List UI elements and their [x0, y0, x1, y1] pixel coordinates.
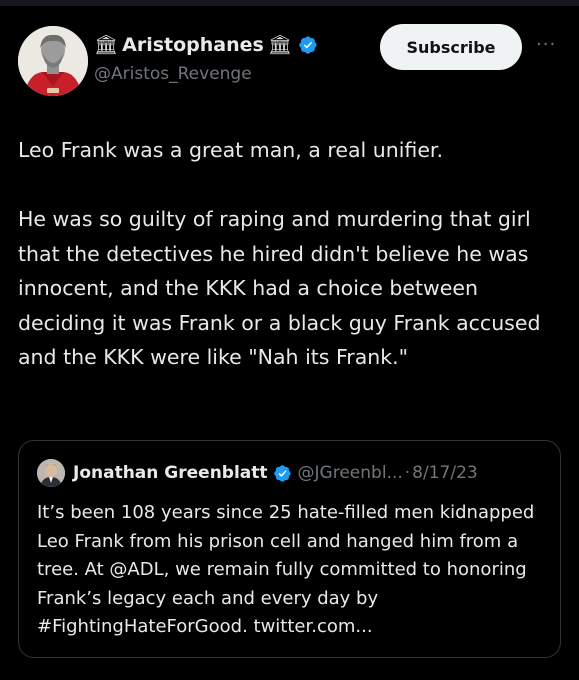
avatar-portrait-image — [37, 459, 65, 487]
author-display-name[interactable]: Aristophanes — [122, 34, 264, 56]
classical-building-emoji: 🏛 — [94, 33, 119, 56]
quoted-tweet-card[interactable]: Jonathan Greenblatt @JGreenbl... · 8/17/… — [18, 440, 561, 658]
quoted-tweet-date[interactable]: 8/17/23 — [412, 463, 478, 483]
top-divider — [0, 0, 579, 6]
author-name-row: 🏛 Aristophanes 🏛 — [94, 34, 318, 56]
quoted-author-avatar[interactable] — [37, 459, 65, 487]
avatar-statue-image — [18, 26, 88, 96]
quoted-tweet-header: Jonathan Greenblatt @JGreenbl... · 8/17/… — [37, 459, 478, 487]
subscribe-button[interactable]: Subscribe — [380, 24, 522, 70]
more-options-icon[interactable]: ··· — [536, 34, 556, 55]
quoted-tweet-text: It’s been 108 years since 25 hate-filled… — [37, 502, 535, 637]
author-avatar[interactable] — [18, 26, 88, 96]
tweet-text: Leo Frank was a great man, a real unifie… — [18, 138, 541, 369]
verified-badge-icon — [299, 36, 317, 54]
classical-building-emoji: 🏛 — [267, 33, 292, 56]
author-handle[interactable]: @Aristos_Revenge — [94, 64, 252, 84]
separator-dot: · — [404, 463, 411, 483]
tweet-header: 🏛 Aristophanes 🏛 @Aristos_Revenge Subscr… — [18, 24, 563, 96]
verified-badge-icon — [273, 464, 291, 482]
quoted-author-handle[interactable]: @JGreenbl... — [298, 463, 403, 483]
quoted-author-display-name[interactable]: Jonathan Greenblatt — [73, 463, 268, 483]
